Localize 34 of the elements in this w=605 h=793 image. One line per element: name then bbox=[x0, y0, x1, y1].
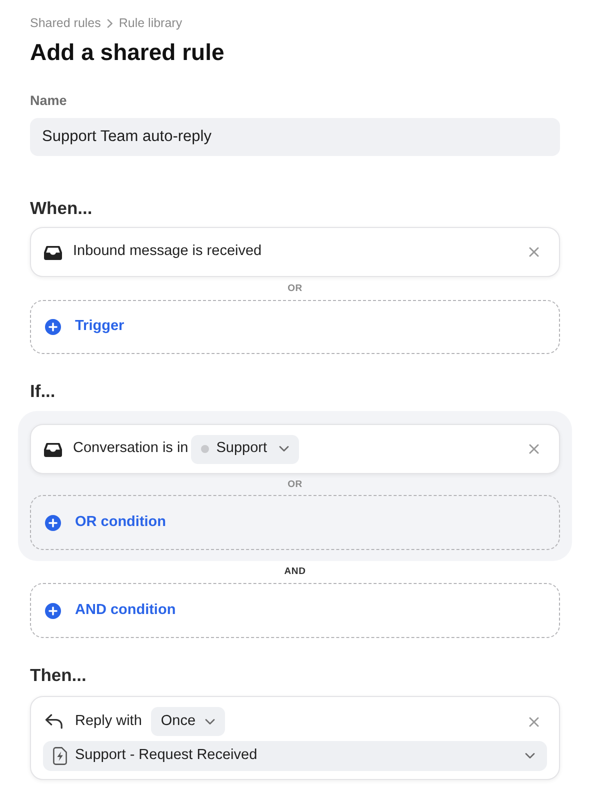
action-label: Reply with bbox=[75, 712, 142, 731]
add-or-condition-button[interactable]: OR condition bbox=[30, 495, 560, 550]
breadcrumb-link[interactable]: Shared rules bbox=[30, 14, 101, 32]
chevron-down-icon bbox=[279, 446, 290, 452]
close-icon[interactable] bbox=[529, 247, 539, 257]
or-separator: OR bbox=[286, 478, 304, 492]
and-separator: AND bbox=[283, 565, 307, 579]
reply-arrow-icon bbox=[45, 714, 63, 729]
frequency-dropdown[interactable]: Once bbox=[150, 707, 225, 736]
chevron-down-icon bbox=[204, 718, 215, 724]
trigger-label: Inbound message is received bbox=[73, 242, 263, 262]
document-bolt-icon bbox=[53, 747, 67, 765]
add-icon bbox=[45, 602, 61, 618]
field-label: Name bbox=[30, 92, 68, 110]
section-heading: When... bbox=[30, 197, 94, 219]
chevron-right-icon bbox=[106, 18, 113, 28]
close-icon[interactable] bbox=[529, 716, 539, 726]
or-separator: OR bbox=[286, 282, 304, 296]
breadcrumb-link[interactable]: Rule library bbox=[118, 14, 182, 32]
condition-label: Conversation is in bbox=[73, 439, 188, 458]
add-icon bbox=[45, 319, 61, 335]
close-icon[interactable] bbox=[529, 444, 539, 454]
section-heading: Then... bbox=[30, 664, 88, 686]
add-and-condition-button[interactable]: AND condition bbox=[30, 583, 560, 638]
page-title: Add a shared rule bbox=[30, 38, 226, 66]
template-dropdown[interactable]: Support - Request Received bbox=[43, 741, 547, 771]
section-heading: If... bbox=[30, 380, 56, 402]
add-icon bbox=[45, 514, 61, 530]
name-input[interactable]: Support Team auto-reply bbox=[30, 118, 560, 156]
chevron-down-icon bbox=[525, 753, 535, 759]
add-trigger-button[interactable]: Trigger bbox=[30, 300, 560, 354]
tray-icon bbox=[44, 244, 62, 260]
inbox-dropdown[interactable]: Support bbox=[191, 434, 300, 464]
tray-icon bbox=[44, 442, 62, 456]
